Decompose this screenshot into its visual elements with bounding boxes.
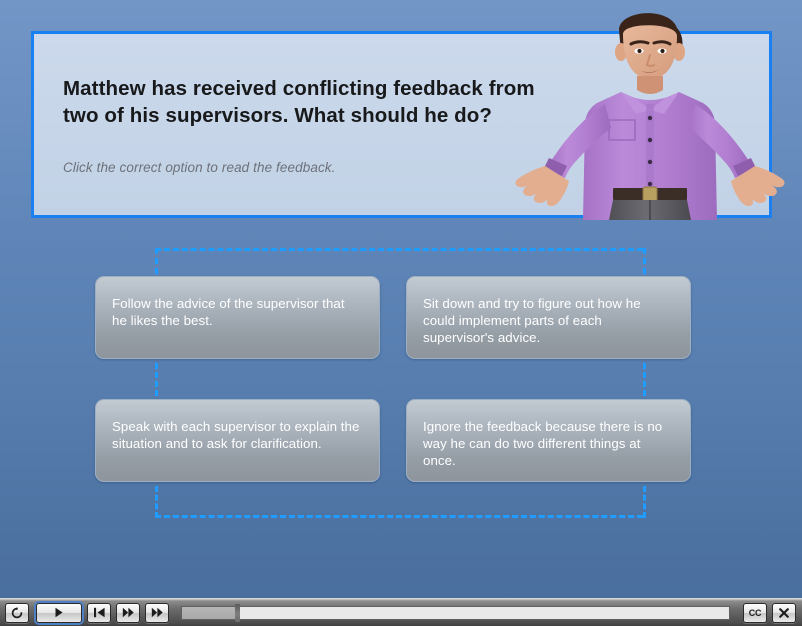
- next-slide-button[interactable]: [116, 602, 140, 623]
- answer-option-4-label: Ignore the feedback because there is no …: [423, 419, 663, 468]
- play-button[interactable]: [34, 600, 84, 625]
- header-text-block: Matthew has received conflicting feedbac…: [63, 75, 543, 177]
- seek-bar-progress: [182, 606, 237, 619]
- play-icon: [54, 607, 64, 618]
- answer-option-1[interactable]: Follow the advice of the supervisor that…: [95, 276, 380, 359]
- slide-canvas: Matthew has received conflicting feedbac…: [0, 0, 802, 598]
- answer-option-3[interactable]: Speak with each supervisor to explain th…: [95, 399, 380, 482]
- replay-button[interactable]: [5, 602, 29, 623]
- question-header-panel: Matthew has received conflicting feedbac…: [31, 31, 772, 218]
- previous-slide-button[interactable]: [87, 602, 111, 623]
- close-icon: [779, 607, 789, 618]
- connector-line-bottom: [155, 515, 643, 518]
- instruction-text: Click the correct option to read the fee…: [63, 160, 336, 175]
- answer-option-2[interactable]: Sit down and try to figure out how he co…: [406, 276, 691, 359]
- closed-captions-button[interactable]: CC: [743, 602, 767, 623]
- fast-forward-button[interactable]: [145, 602, 169, 623]
- fast-forward-icon: [151, 607, 164, 618]
- player-control-bar: CC: [0, 598, 802, 626]
- elearning-slide-viewer: Matthew has received conflicting feedbac…: [0, 0, 802, 626]
- answer-option-4[interactable]: Ignore the feedback because there is no …: [406, 399, 691, 482]
- seek-bar[interactable]: [181, 603, 730, 622]
- answer-option-3-label: Speak with each supervisor to explain th…: [112, 419, 360, 451]
- next-slide-icon: [122, 607, 135, 618]
- connector-line-top: [155, 248, 643, 251]
- connector-line-left-lower: [155, 486, 158, 518]
- previous-slide-icon: [93, 607, 106, 618]
- question-headline: Matthew has received conflicting feedbac…: [63, 77, 535, 127]
- closed-captions-label: CC: [748, 607, 762, 618]
- seek-bar-playhead[interactable]: [234, 603, 240, 622]
- answer-option-1-label: Follow the advice of the supervisor that…: [112, 296, 345, 328]
- connector-line-right-lower: [643, 486, 646, 518]
- answer-option-2-label: Sit down and try to figure out how he co…: [423, 296, 641, 345]
- close-button[interactable]: [772, 602, 796, 623]
- replay-icon: [11, 606, 23, 619]
- player-right-controls: CC: [738, 602, 796, 623]
